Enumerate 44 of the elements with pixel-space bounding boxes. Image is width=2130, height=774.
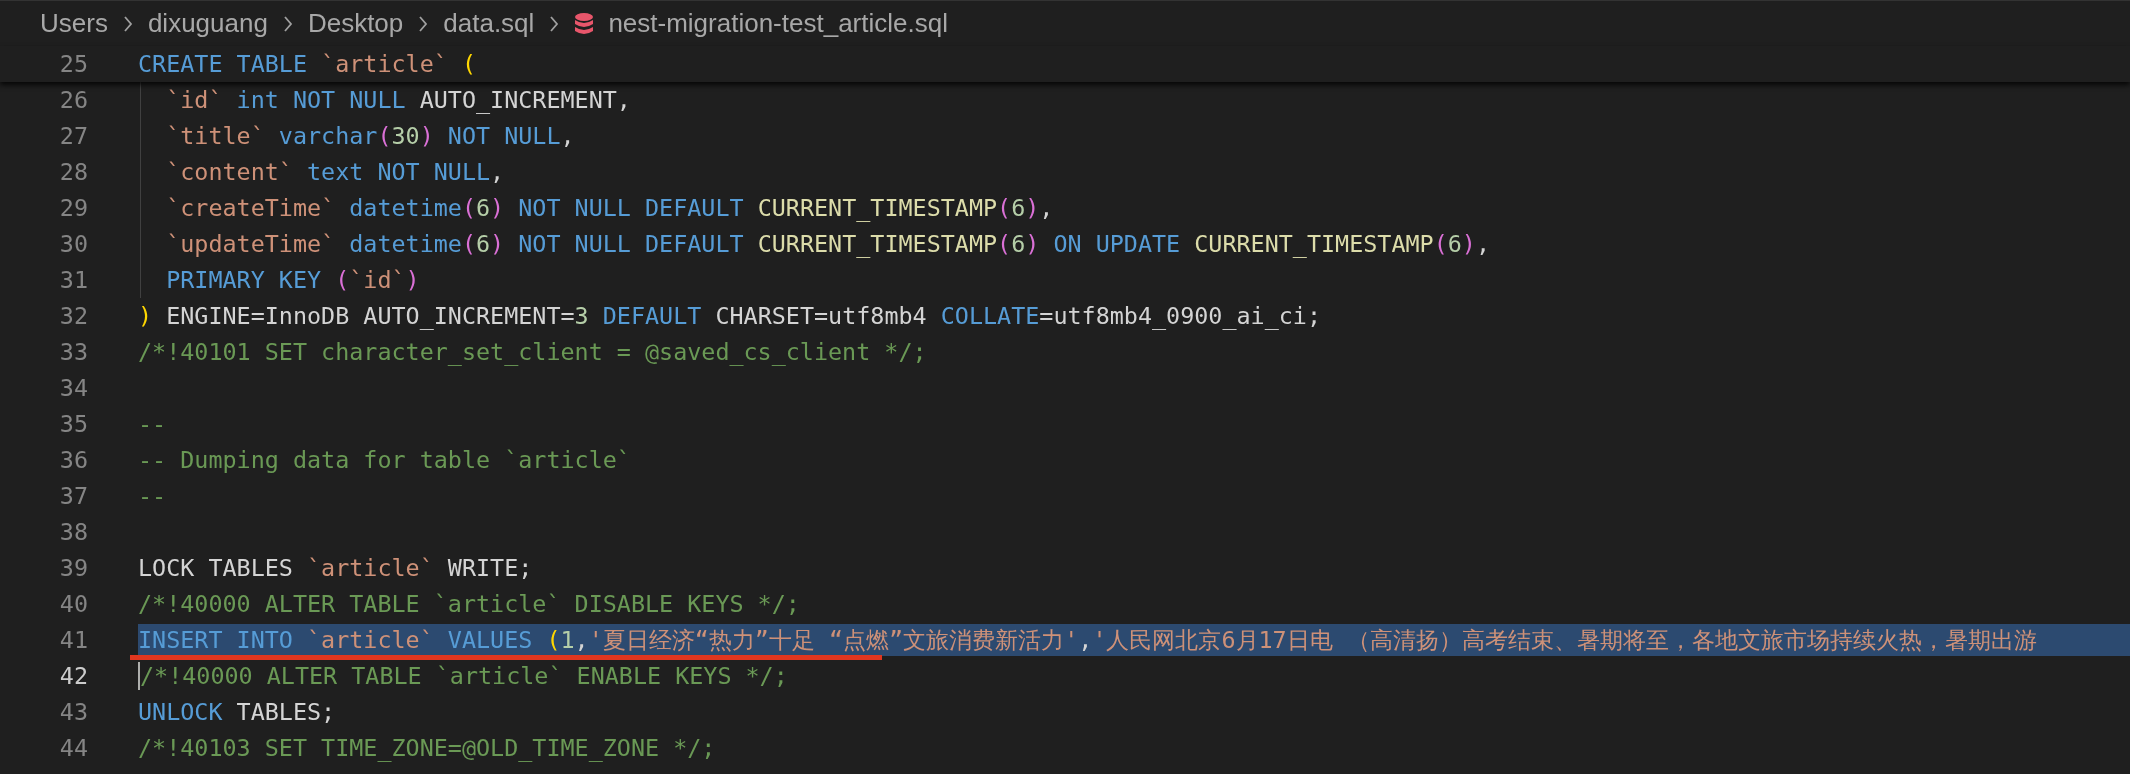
line-number: 43 <box>58 698 88 726</box>
line-number: 29 <box>58 194 88 222</box>
breadcrumb-item[interactable]: nest-migration-test_article.sql <box>608 8 948 39</box>
code-line: `title` varchar(30) NOT NULL, <box>166 122 575 150</box>
line-number: 28 <box>58 158 88 186</box>
line-number: 35 <box>58 410 88 438</box>
line-number: 27 <box>58 122 88 150</box>
code-line: /*!40000 ALTER TABLE `article` DISABLE KEYS */; <box>138 590 800 618</box>
text-cursor <box>138 662 140 690</box>
code-line: CREATE TABLE `article` ( <box>138 50 476 78</box>
code-line: /*!40101 SET character_set_client = @saved_cs_client */; <box>138 338 927 366</box>
code-line: /*!40103 SET TIME_ZONE=@OLD_TIME_ZONE */; <box>138 734 716 762</box>
line-number: 30 <box>58 230 88 258</box>
breadcrumb-item[interactable]: Desktop <box>307 8 404 39</box>
line-number: 44 <box>58 734 88 762</box>
line-number: 41 <box>58 626 88 654</box>
database-icon <box>574 11 595 36</box>
code-line: `id` int NOT NULL AUTO_INCREMENT, <box>166 86 631 114</box>
code-line: /*!40000 ALTER TABLE `article` ENABLE KEYS */; <box>140 662 788 690</box>
line-number: 40 <box>58 590 88 618</box>
code-line: `createTime` datetime(6) NOT NULL DEFAULT CURRENT_TIMESTAMP(6), <box>166 194 1054 222</box>
line-number: 39 <box>58 554 88 582</box>
line-number: 31 <box>58 266 88 294</box>
line-number: 25 <box>58 50 88 78</box>
breadcrumb-item[interactable]: Users <box>40 8 108 39</box>
code-line: -- <box>138 482 167 510</box>
breadcrumb-item[interactable]: data.sql <box>443 8 535 39</box>
line-number: 38 <box>58 518 88 546</box>
line-number: 26 <box>58 86 88 114</box>
line-number: 36 <box>58 446 88 474</box>
line-number: 33 <box>58 338 88 366</box>
line-number: 32 <box>58 302 88 330</box>
code-line: UNLOCK TABLES; <box>138 698 336 726</box>
code-line: LOCK TABLES `article` WRITE; <box>138 554 533 582</box>
line-number: 34 <box>58 374 88 402</box>
code-line: `content` text NOT NULL, <box>166 158 505 186</box>
breadcrumb-item[interactable]: dixuguang <box>147 8 268 39</box>
code-line: `updateTime` datetime(6) NOT NULL DEFAULT CURRENT_TIMESTAMP(6) ON UPDATE CURRENT_TIMESTAMP(6), <box>166 230 1491 258</box>
code-line: -- <box>138 410 167 438</box>
code-line: -- Dumping data for table `article` <box>138 446 631 474</box>
code-line: PRIMARY KEY (`id`) <box>166 266 420 294</box>
line-number: 37 <box>58 482 88 510</box>
code-line: ) ENGINE=InnoDB AUTO_INCREMENT=3 DEFAULT CHARSET=utf8mb4 COLLATE=utf8mb4_0900_ai_ci; <box>138 302 1321 330</box>
line-number: 42 <box>58 662 88 690</box>
